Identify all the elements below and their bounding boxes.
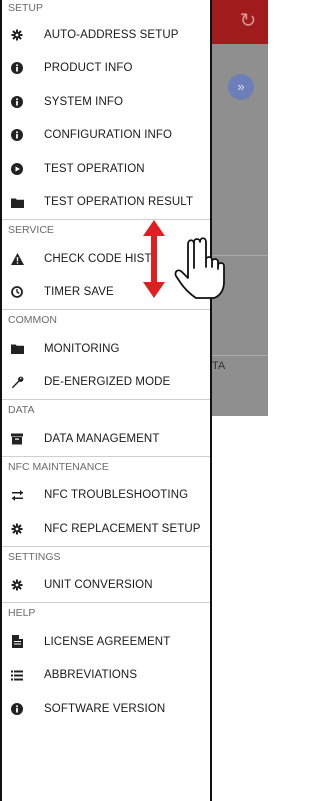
section-header: COMMON — [2, 309, 210, 332]
clock-icon — [10, 286, 24, 299]
menu-item-unit-conversion[interactable]: UNIT CONVERSION — [2, 569, 210, 603]
menu-item-label: LICENSE AGREEMENT — [44, 635, 171, 648]
gear-icon — [10, 29, 24, 41]
folder-icon — [10, 343, 24, 355]
section-header: HELP — [2, 602, 210, 625]
background-partial-text: TA — [212, 360, 226, 372]
info-icon — [10, 95, 24, 108]
menu-item-nfc-replacement-setup[interactable]: NFC REPLACEMENT SETUP — [2, 512, 210, 546]
section-header: DATA — [2, 399, 210, 422]
document-icon — [10, 635, 24, 649]
section-help: HELP LICENSE AGREEMENT ABBREVIATIONS SOFTWA… — [2, 602, 210, 726]
menu-item-label: SYSTEM INFO — [44, 95, 124, 108]
menu-item-label: TIMER SAVE — [44, 286, 114, 299]
menu-item-label: TEST OPERATION — [44, 162, 145, 175]
menu-item-label: SOFTWARE VERSION — [44, 702, 166, 715]
menu-item-check-code-hist[interactable]: CHECK CODE HIST — [2, 242, 210, 276]
gear-icon — [10, 579, 24, 591]
menu-item-test-operation[interactable]: TEST OPERATION — [2, 152, 210, 186]
section-settings: SETTINGS UNIT CONVERSION — [2, 545, 210, 603]
menu-item-label: CHECK CODE HIST — [44, 252, 152, 265]
refresh-icon[interactable]: ↻ — [236, 9, 260, 33]
menu-item-test-operation-result[interactable]: TEST OPERATION RESULT — [2, 186, 210, 220]
section-header: SERVICE — [2, 219, 210, 242]
menu-item-software-version[interactable]: SOFTWARE VERSION — [2, 692, 210, 726]
menu-item-label: DATA MANAGEMENT — [44, 432, 160, 445]
folder-icon — [10, 197, 24, 208]
play-icon — [10, 162, 24, 175]
section-data: DATA DATA MANAGEMENT — [2, 399, 210, 456]
section-nfc-maintenance: NFC MAINTENANCE NFC TROUBLESHOOTING NFC RE… — [2, 455, 210, 546]
section-service: SERVICE CHECK CODE HIST TIMER SAVE — [2, 219, 210, 309]
menu-item-monitoring[interactable]: MONITORING — [2, 332, 210, 366]
menu-item-label: CONFIGURATION INFO — [44, 129, 173, 142]
menu-item-label: ABBREVIATIONS — [44, 669, 138, 682]
menu-item-product-info[interactable]: PRODUCT INFO — [2, 52, 210, 86]
warning-icon — [10, 252, 24, 265]
menu-item-label: NFC TROUBLESHOOTING — [44, 489, 189, 502]
menu-item-de-energized-mode[interactable]: DE-ENERGIZED MODE — [2, 366, 210, 400]
menu-item-nfc-troubleshooting[interactable]: NFC TROUBLESHOOTING — [2, 479, 210, 513]
navigation-drawer: SETUP AUTO-ADDRESS SETUP PRODUCT INFO SYSTE… — [0, 0, 212, 801]
section-header: NFC MAINTENANCE — [2, 455, 210, 479]
info-icon — [10, 129, 24, 142]
info-icon — [10, 702, 24, 715]
chevron-double-down-icon[interactable]: » — [228, 74, 254, 100]
menu-item-label: PRODUCT INFO — [44, 62, 133, 75]
menu-item-label: DE-ENERGIZED MODE — [44, 376, 171, 389]
menu-item-timer-save[interactable]: TIMER SAVE — [2, 276, 210, 310]
menu-item-data-management[interactable]: DATA MANAGEMENT — [2, 422, 210, 456]
menu-item-system-info[interactable]: SYSTEM INFO — [2, 85, 210, 119]
list-icon — [10, 670, 24, 681]
menu-item-label: TEST OPERATION RESULT — [44, 196, 194, 209]
swap-icon — [10, 489, 24, 501]
section-setup: SETUP AUTO-ADDRESS SETUP PRODUCT INFO SYSTE… — [2, 0, 210, 219]
archive-icon — [10, 433, 24, 445]
gear-icon — [10, 523, 24, 535]
menu-item-abbreviations[interactable]: ABBREVIATIONS — [2, 659, 210, 693]
wrench-icon — [10, 376, 24, 389]
section-common: COMMON MONITORING DE-ENERGIZED MODE — [2, 309, 210, 399]
menu-item-label: AUTO-ADDRESS SETUP — [44, 28, 179, 41]
menu-item-label: NFC REPLACEMENT SETUP — [44, 522, 201, 535]
menu-item-license-agreement[interactable]: LICENSE AGREEMENT — [2, 625, 210, 659]
info-icon — [10, 62, 24, 75]
menu-item-label: MONITORING — [44, 342, 120, 355]
section-header: SETUP — [8, 2, 44, 14]
menu-item-label: UNIT CONVERSION — [44, 579, 153, 592]
menu-item-auto-address-setup[interactable]: AUTO-ADDRESS SETUP — [2, 18, 210, 52]
section-header: SETTINGS — [2, 545, 210, 569]
menu-item-configuration-info[interactable]: CONFIGURATION INFO — [2, 119, 210, 153]
